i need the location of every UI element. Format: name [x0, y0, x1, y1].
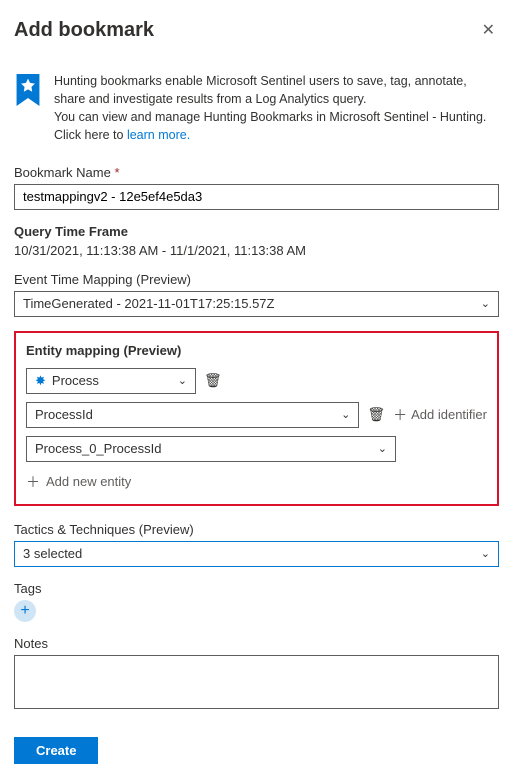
query-timeframe-value: 10/31/2021, 11:13:38 AM - 11/1/2021, 11:… [14, 243, 499, 258]
chevron-down-icon: ⌄ [378, 442, 387, 455]
info-line1: Hunting bookmarks enable Microsoft Senti… [54, 74, 467, 106]
chevron-down-icon: ⌄ [341, 408, 350, 421]
add-entity-button[interactable]: ＋ Add new entity [26, 472, 487, 492]
notes-textarea[interactable] [14, 655, 499, 709]
column-value: Process_0_ProcessId [35, 441, 161, 456]
notes-label: Notes [14, 636, 499, 651]
chevron-down-icon: ⌄ [481, 297, 490, 310]
tactics-value: 3 selected [23, 546, 82, 561]
entity-mapping-section: Entity mapping (Preview) ✸ Process ⌄ 🗑 P… [14, 331, 499, 506]
entity-type-select[interactable]: ✸ Process ⌄ [26, 368, 196, 394]
event-time-select[interactable]: TimeGenerated - 2021-11-01T17:25:15.57Z … [14, 291, 499, 317]
learn-more-link[interactable]: learn more. [127, 128, 190, 142]
info-text: Hunting bookmarks enable Microsoft Senti… [54, 72, 499, 145]
identifier-value: ProcessId [35, 407, 93, 422]
tactics-select[interactable]: 3 selected ⌄ [14, 541, 499, 567]
entity-mapping-label: Entity mapping (Preview) [26, 343, 487, 358]
plus-icon: ＋ [393, 405, 407, 425]
add-tag-button[interactable]: + [14, 600, 36, 622]
close-icon[interactable]: ✕ [478, 16, 499, 44]
add-identifier-label: Add identifier [411, 407, 487, 422]
add-entity-label: Add new entity [46, 474, 131, 489]
query-timeframe-label: Query Time Frame [14, 224, 499, 239]
create-button[interactable]: Create [14, 737, 98, 764]
column-select[interactable]: Process_0_ProcessId ⌄ [26, 436, 396, 462]
plus-icon: ＋ [26, 472, 40, 492]
required-indicator: * [114, 165, 119, 180]
info-line2: You can view and manage Hunting Bookmark… [54, 110, 486, 142]
chevron-down-icon: ⌄ [178, 374, 187, 387]
bookmark-icon [14, 74, 42, 106]
chevron-down-icon: ⌄ [481, 547, 490, 560]
identifier-select[interactable]: ProcessId ⌄ [26, 402, 359, 428]
event-time-value: TimeGenerated - 2021-11-01T17:25:15.57Z [23, 296, 274, 311]
bookmark-name-label: Bookmark Name * [14, 165, 499, 180]
tags-label: Tags [14, 581, 499, 596]
event-time-label: Event Time Mapping (Preview) [14, 272, 499, 287]
tactics-label: Tactics & Techniques (Preview) [14, 522, 499, 537]
trash-icon[interactable]: 🗑 [367, 406, 385, 423]
bookmark-name-input[interactable] [14, 184, 499, 210]
gear-icon: ✸ [35, 373, 46, 389]
trash-icon[interactable]: 🗑 [204, 372, 222, 389]
entity-type-value: Process [52, 373, 99, 388]
page-title: Add bookmark [14, 19, 154, 42]
plus-icon: + [20, 602, 29, 620]
add-identifier-button[interactable]: ＋ Add identifier [393, 405, 487, 425]
